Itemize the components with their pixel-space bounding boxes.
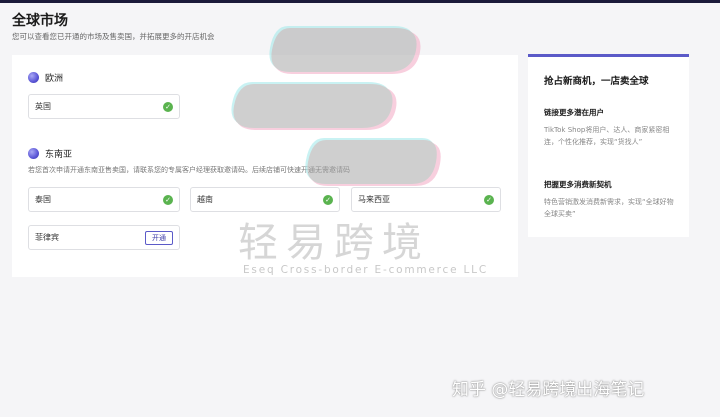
country-philippines: 菲律宾 开通 xyxy=(28,225,180,250)
globe-icon xyxy=(28,72,39,83)
check-icon: ✓ xyxy=(163,195,173,205)
watermark-credit: 知乎 @轻易跨境出海笔记 xyxy=(452,380,645,400)
promo-heading: 把握更多消费新契机 xyxy=(544,180,612,189)
promo-card: 抢占新商机，一店卖全球 链接更多潜在用户 TikTok Shop将用户、达人、商… xyxy=(528,54,689,237)
region-southeast-asia: 东南亚 xyxy=(28,147,72,160)
region-label: 东南亚 xyxy=(45,150,73,160)
promo-title: 抢占新商机，一店卖全球 xyxy=(544,76,649,87)
check-icon: ✓ xyxy=(323,195,333,205)
check-icon: ✓ xyxy=(484,195,494,205)
open-philippines-button[interactable]: 开通 xyxy=(145,231,173,245)
country-thailand[interactable]: 泰国 ✓ xyxy=(28,187,180,212)
country-label: 越南 xyxy=(197,195,213,204)
region-europe: 欧洲 xyxy=(28,71,63,84)
country-label: 菲律宾 xyxy=(35,233,59,242)
country-malaysia[interactable]: 马来西亚 ✓ xyxy=(351,187,501,212)
promo-heading: 链接更多潜在用户 xyxy=(544,108,604,117)
country-label: 泰国 xyxy=(35,195,51,204)
page-subtitle: 您可以查看您已开通的市场及售卖国，并拓展更多的开店机会 xyxy=(12,32,215,41)
page-title: 全球市场 xyxy=(12,13,68,29)
country-vietnam[interactable]: 越南 ✓ xyxy=(190,187,340,212)
country-uk[interactable]: 英国 ✓ xyxy=(28,94,180,119)
promo-text: TikTok Shop将用户、达人、商家紧密相连，个性化推荐，实现“货找人” xyxy=(544,126,670,146)
region-label: 欧洲 xyxy=(45,74,64,84)
markets-card: 欧洲 英国 ✓ 东南亚 若您首次申请开通东南亚售卖国，请联系您的专属客户经理获取… xyxy=(12,55,518,277)
check-icon: ✓ xyxy=(163,102,173,112)
country-label: 马来西亚 xyxy=(358,195,390,204)
top-bar xyxy=(0,0,720,3)
invite-code-notice: 若您首次申请开通东南亚售卖国，请联系您的专属客户经理获取邀请码。后续店铺可快速开… xyxy=(28,166,350,174)
promo-text: 特色营销激发消费新需求，实现“全球好物 全球买卖” xyxy=(544,198,674,218)
country-label: 英国 xyxy=(35,102,51,111)
globe-icon xyxy=(28,148,39,159)
